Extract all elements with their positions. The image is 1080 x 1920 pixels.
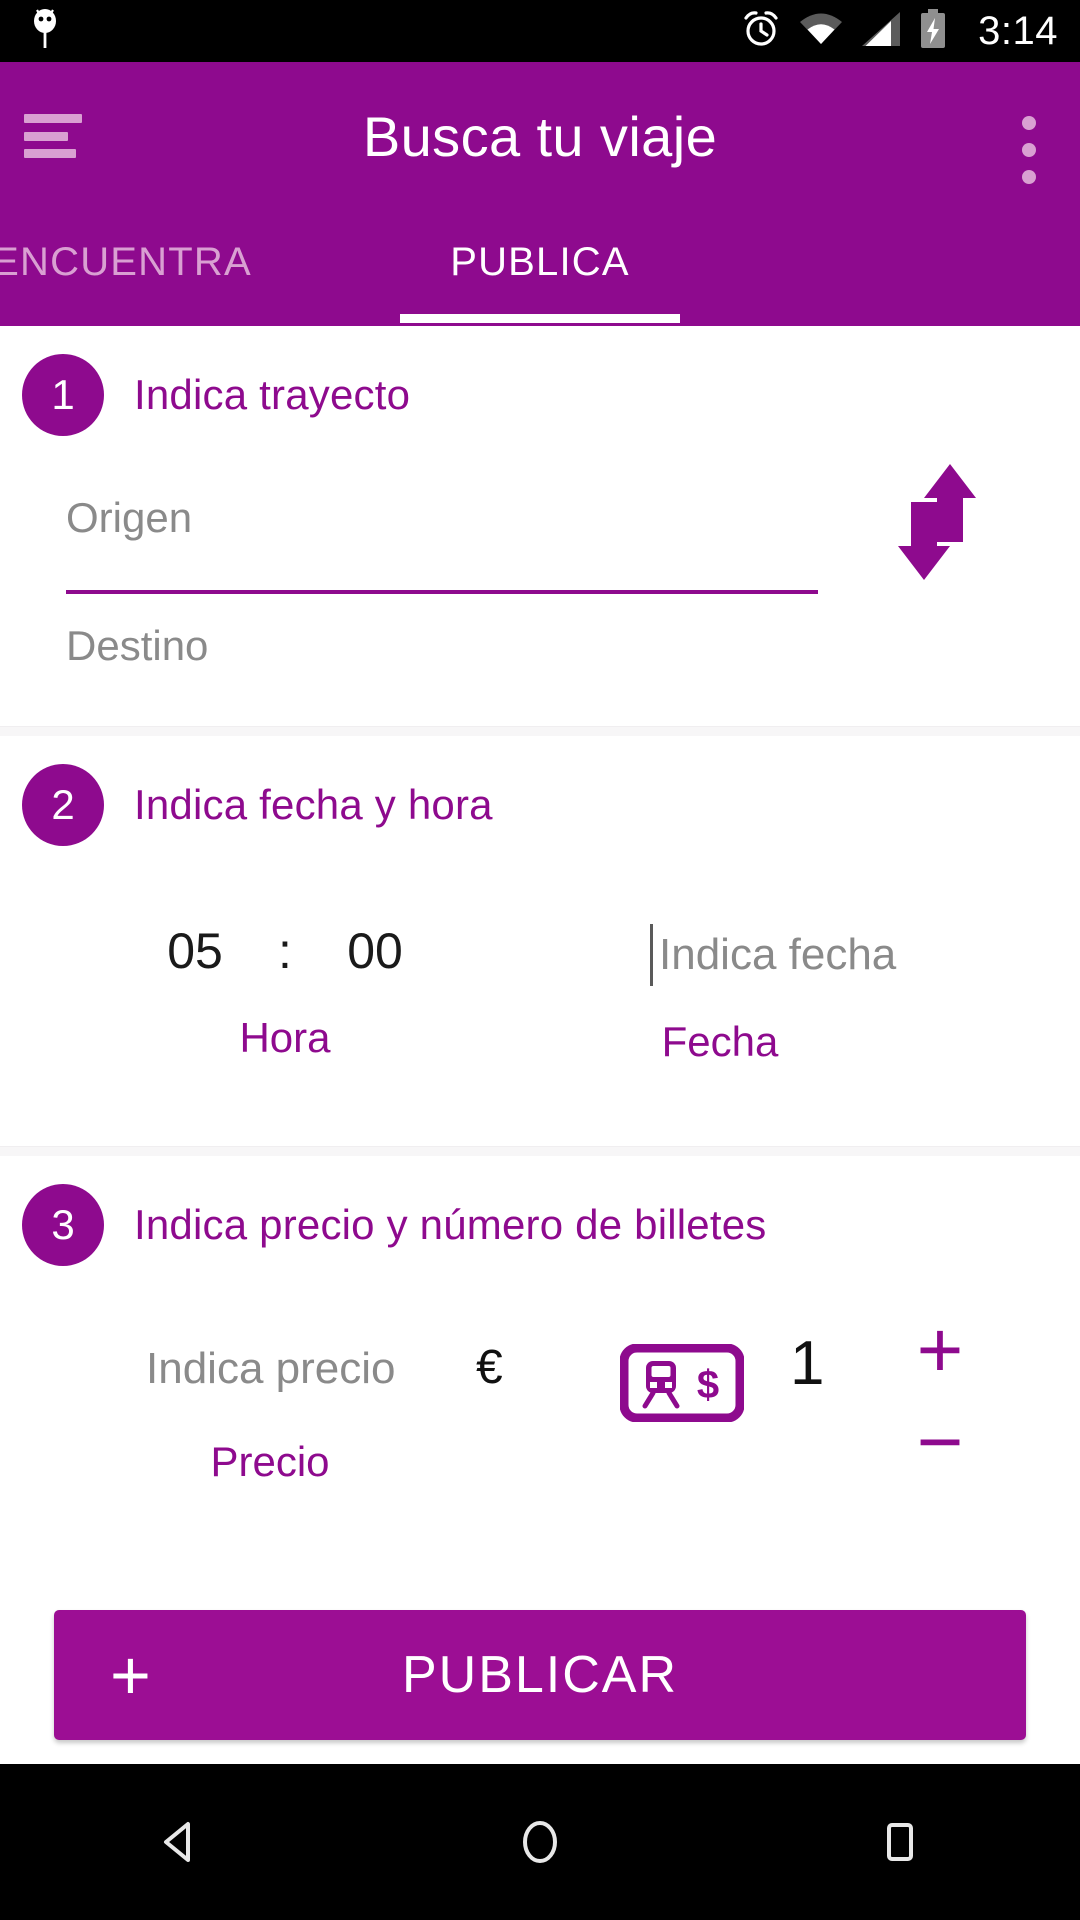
status-bar: 3:14 <box>0 0 1080 62</box>
section-2-title: Indica fecha y hora <box>134 781 493 828</box>
hour-value[interactable]: 05 <box>135 922 255 980</box>
back-triangle-icon[interactable] <box>105 1764 255 1920</box>
signal-icon <box>860 10 902 53</box>
origin-underline <box>66 590 818 594</box>
step-badge-2: 2 <box>22 764 104 846</box>
main-content: 1 Indica trayecto Origen Destino 2 Indic… <box>0 326 1080 1764</box>
step-badge-3: 3 <box>22 1184 104 1266</box>
section-1-title: Indica trayecto <box>134 371 411 418</box>
plus-icon: + <box>110 1636 151 1714</box>
publish-button[interactable]: + PUBLICAR <box>54 1610 1026 1740</box>
android-navigation-bar <box>0 1764 1080 1920</box>
section-3-title: Indica precio y número de billetes <box>134 1201 767 1248</box>
date-label: Fecha <box>661 1018 779 1065</box>
currency-symbol: € <box>476 1341 503 1394</box>
phone-screen: 3:14 Busca tu viaje ENCUENTRA PUBLICA 1 … <box>0 0 1080 1920</box>
tab-encuentra[interactable]: ENCUENTRA <box>0 210 282 326</box>
decrement-tickets-button[interactable]: − <box>880 1402 1000 1482</box>
precio-billetes-fields: Indica precio € Precio $ 1 + − <box>0 1266 1080 1566</box>
time-separator: : <box>278 923 292 979</box>
section-1-header: 1 Indica trayecto <box>0 326 1080 436</box>
section-trayecto: 1 Indica trayecto Origen Destino <box>0 326 1080 726</box>
time-picker[interactable]: 05 : 00 <box>120 922 450 980</box>
swap-vertical-arrows-icon[interactable] <box>872 442 1002 602</box>
status-bar-right: 3:14 <box>740 8 1058 55</box>
date-input[interactable]: Indica fecha <box>650 924 896 986</box>
section-fecha-hora: 2 Indica fecha y hora 05 : 00 Hora Indic… <box>0 736 1080 1146</box>
battery-charging-icon <box>918 8 948 55</box>
price-label: Precio <box>210 1438 330 1485</box>
recents-square-icon[interactable] <box>825 1764 975 1920</box>
fecha-hora-fields: 05 : 00 Hora Indica fecha Fecha <box>0 846 1080 1146</box>
status-bar-left <box>28 7 62 56</box>
publish-button-label: PUBLICAR <box>401 1646 679 1704</box>
minute-value[interactable]: 00 <box>315 922 435 980</box>
alarm-icon <box>740 8 782 55</box>
section-divider-2 <box>0 1146 1080 1156</box>
destination-input[interactable]: Destino <box>66 622 818 670</box>
tab-indicator <box>400 314 680 323</box>
section-divider-1 <box>0 726 1080 736</box>
section-3-header: 3 Indica precio y número de billetes <box>0 1156 1080 1266</box>
android-robot-icon <box>28 7 62 56</box>
wifi-icon <box>798 10 844 53</box>
increment-tickets-button[interactable]: + <box>880 1310 1000 1390</box>
overflow-menu-icon[interactable] <box>1016 110 1042 190</box>
ticket-count-value: 1 <box>790 1329 825 1398</box>
status-bar-clock: 3:14 <box>978 9 1058 53</box>
home-circle-icon[interactable] <box>465 1764 615 1920</box>
text-caret <box>650 924 653 986</box>
publish-button-container: + PUBLICAR <box>0 1566 1080 1740</box>
svg-text:$: $ <box>697 1363 719 1407</box>
ticket-stepper: + − <box>880 1310 1000 1482</box>
hour-label: Hora <box>239 1014 331 1061</box>
section-2-header: 2 Indica fecha y hora <box>0 736 1080 846</box>
price-input[interactable]: Indica precio <box>146 1344 395 1394</box>
step-badge-1: 1 <box>22 354 104 436</box>
trayecto-fields: Origen Destino <box>0 436 1080 726</box>
section-precio-billetes: 3 Indica precio y número de billetes Ind… <box>0 1156 1080 1566</box>
train-ticket-price-icon: $ <box>619 1343 745 1427</box>
page-title: Busca tu viaje <box>362 104 718 168</box>
app-bar: Busca tu viaje <box>0 62 1080 210</box>
date-placeholder: Indica fecha <box>659 930 897 979</box>
origin-input[interactable]: Origen <box>66 494 818 542</box>
tab-bar: ENCUENTRA PUBLICA <box>0 210 1080 326</box>
tab-publica[interactable]: PUBLICA <box>320 210 760 326</box>
